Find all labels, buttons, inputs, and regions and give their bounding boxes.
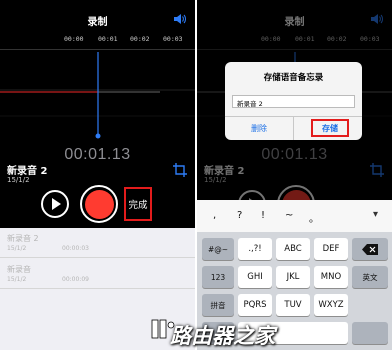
candidate-key[interactable]: ? [237, 210, 242, 221]
waveform [0, 52, 195, 139]
recording-date: 15/1/2 [204, 176, 227, 184]
timeline-label: 00:02 [327, 35, 347, 43]
key-pinyin[interactable]: 拼音 [202, 294, 234, 316]
record-button[interactable] [80, 185, 118, 223]
key-mno[interactable]: MNO [314, 266, 348, 288]
list-item-name: 新录音 [7, 265, 31, 274]
list-item-name: 新录音 2 [7, 234, 39, 243]
recording-name: 新录音 2 [7, 166, 48, 177]
save-memo-dialog: 存储语音备忘录 新录音 2 删除 存储 [225, 62, 362, 140]
key-jkl[interactable]: JKL [276, 266, 310, 288]
recording-screen: 录制 00:00 00:01 00:02 00:03 00:01.13 新录音 … [0, 0, 195, 350]
timeline-label: 00:00 [261, 35, 281, 43]
list-item-date: 15/1/2 [7, 245, 27, 252]
timeline-label: 00:00 [64, 35, 84, 43]
key-123[interactable]: 123 [202, 266, 234, 288]
backspace-icon [362, 243, 378, 255]
recording-name: 新录音 2 [204, 166, 245, 177]
chevron-down-icon[interactable]: ▾ [373, 209, 378, 220]
list-item-duration: 00:00:03 [62, 245, 89, 252]
candidate-key[interactable]: ! [261, 210, 265, 221]
dialog-divider [293, 116, 294, 140]
key-symbols[interactable]: #@~ [202, 238, 234, 260]
speaker-icon[interactable] [172, 12, 186, 26]
trim-icon [370, 163, 384, 177]
timeline-label: 00:03 [360, 35, 380, 43]
timeline-label: 00:02 [130, 35, 150, 43]
trim-icon[interactable] [172, 162, 188, 178]
list-item[interactable]: 新录音 2 15/1/2 00:00:03 [0, 228, 195, 258]
recording-date: 15/1/2 [7, 176, 30, 184]
list-item-duration: 00:00:09 [62, 276, 89, 283]
list-item[interactable]: 新录音 15/1/2 00:00:09 [0, 259, 195, 289]
key-wxyz[interactable]: WXYZ [314, 294, 348, 316]
candidate-key[interactable]: ~ [285, 210, 293, 221]
done-button[interactable]: 完成 [124, 187, 152, 221]
timeline-label: 00:03 [163, 35, 183, 43]
timeline-label: 00:01 [295, 35, 315, 43]
play-button[interactable] [41, 190, 69, 218]
list-item-date: 15/1/2 [7, 276, 27, 283]
screen-title: 录制 [87, 17, 108, 28]
timeline-ruler: 00:00 00:01 00:02 00:03 [0, 30, 195, 50]
save-button[interactable]: 存储 [311, 119, 349, 137]
speaker-icon [371, 14, 383, 24]
timeline-label: 00:01 [98, 35, 118, 43]
dialog-title: 存储语音备忘录 [263, 73, 324, 83]
watermark-text: 路由器之家 [170, 324, 275, 348]
candidate-key[interactable]: 。 [309, 210, 319, 225]
candidate-bar: , ? ! ~ 。 ▾ [197, 200, 392, 232]
key-english[interactable]: 英文 [352, 266, 388, 288]
key-def[interactable]: DEF [314, 238, 348, 260]
candidate-key[interactable]: , [213, 210, 216, 221]
timeline-ruler: 00:00 00:01 00:02 00:03 [197, 30, 392, 50]
key-abc[interactable]: ABC [276, 238, 310, 260]
key-ghi[interactable]: GHI [238, 266, 272, 288]
save-dialog-screen: 录制 00:00 00:01 00:02 00:03 00:01.13 新录音 … [197, 0, 392, 350]
memo-name-field[interactable]: 新录音 2 [232, 95, 355, 108]
play-icon [52, 198, 61, 210]
key-tuv[interactable]: TUV [276, 294, 310, 316]
backspace-key[interactable] [352, 238, 388, 260]
key-punct[interactable]: .,?! [238, 238, 272, 260]
screen-title: 录制 [284, 17, 305, 28]
record-icon [84, 189, 114, 219]
delete-button[interactable]: 删除 [225, 117, 293, 140]
key-pqrs[interactable]: PQRS [238, 294, 272, 316]
